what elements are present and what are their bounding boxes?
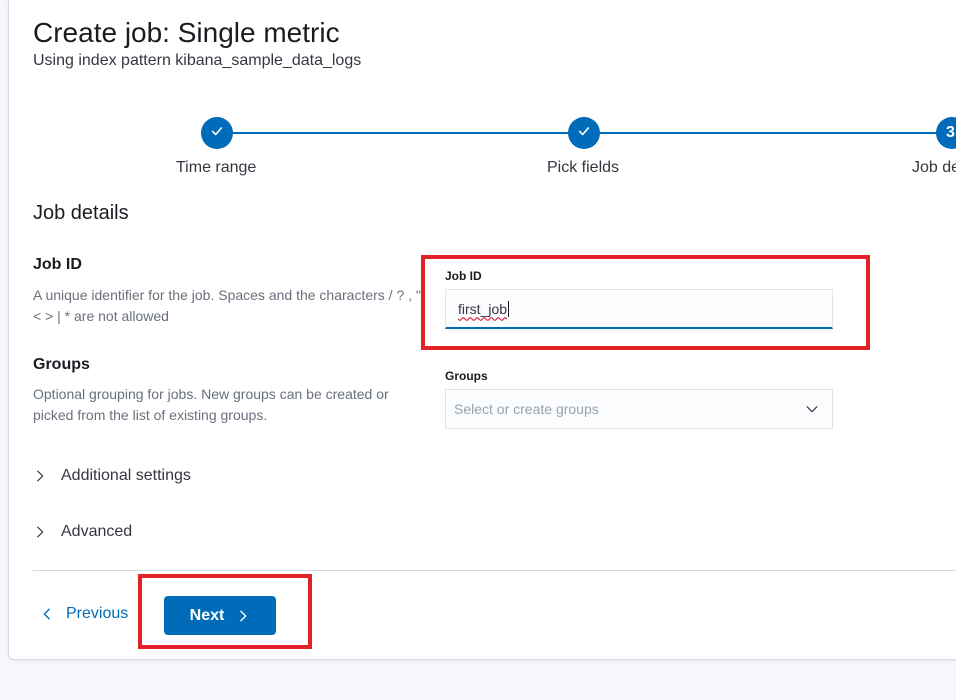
check-icon xyxy=(577,124,591,143)
chevron-left-icon xyxy=(40,607,56,621)
step-1-complete[interactable] xyxy=(201,117,233,149)
groups-combobox[interactable]: Select or create groups xyxy=(445,389,833,429)
additional-settings-label: Additional settings xyxy=(61,467,191,484)
step-2-title[interactable]: Pick fields xyxy=(547,159,619,177)
step-1-title[interactable]: Time range xyxy=(176,159,256,177)
step-2-complete[interactable] xyxy=(568,117,600,149)
chevron-down-icon[interactable] xyxy=(804,401,820,417)
job-id-highlight-box xyxy=(421,255,870,350)
check-icon xyxy=(210,124,224,143)
step-connector xyxy=(600,132,956,134)
previous-label: Previous xyxy=(66,605,129,622)
groups-placeholder: Select or create groups xyxy=(454,401,599,417)
page-subtitle: Using index pattern kibana_sample_data_l… xyxy=(33,52,362,69)
advanced-accordion[interactable]: Advanced xyxy=(33,523,132,541)
step-3-number: 3 xyxy=(946,124,955,141)
page-title: Create job: Single metric xyxy=(33,17,340,48)
section-title: Job details xyxy=(33,202,129,224)
job-id-title: Job ID xyxy=(33,256,82,273)
next-button-highlight-box xyxy=(138,574,312,649)
chevron-right-icon xyxy=(33,468,55,484)
groups-title: Groups xyxy=(33,356,90,373)
additional-settings-accordion[interactable]: Additional settings xyxy=(33,467,191,485)
step-connector xyxy=(232,132,568,134)
job-id-description: A unique identifier for the job. Spaces … xyxy=(33,287,421,324)
footer-divider xyxy=(33,570,956,571)
groups-label: Groups xyxy=(445,369,488,383)
advanced-label: Advanced xyxy=(61,523,133,540)
chevron-right-icon xyxy=(33,524,55,540)
step-3-title: Job de xyxy=(912,159,956,176)
previous-button[interactable]: Previous xyxy=(40,598,128,630)
groups-description: Optional grouping for jobs. New groups c… xyxy=(33,386,389,423)
